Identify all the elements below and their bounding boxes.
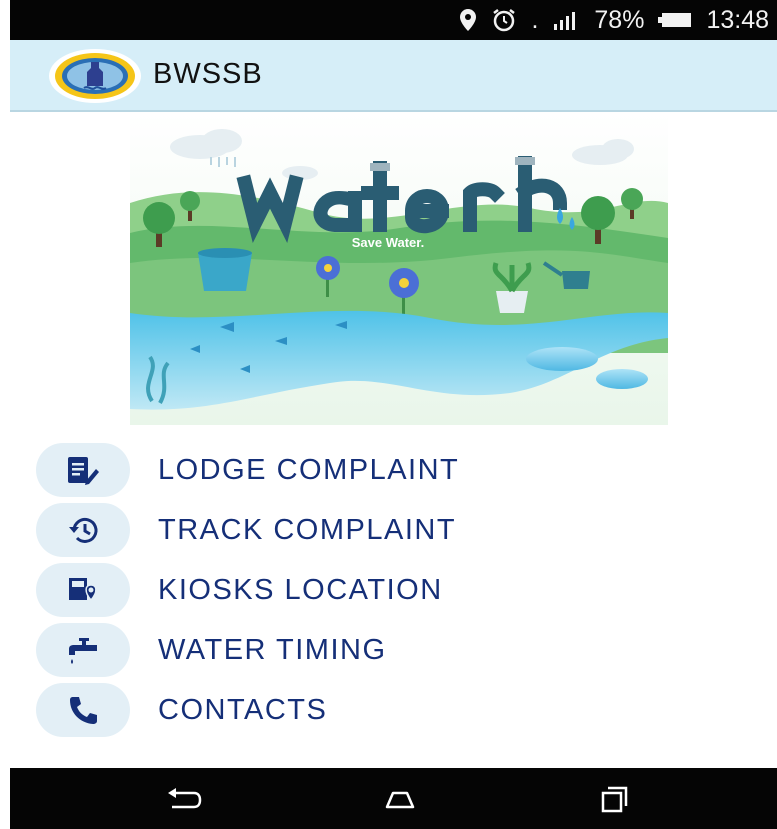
home-icon[interactable] xyxy=(380,782,420,816)
app-bar: BWSSB xyxy=(10,40,777,112)
menu-label: WATER TIMING xyxy=(158,633,387,666)
menu-label: LODGE COMPLAINT xyxy=(158,453,460,486)
menu-label: KIOSKS LOCATION xyxy=(158,573,443,606)
menu-item-kiosks-location[interactable]: KIOSKS LOCATION xyxy=(36,563,556,617)
status-bar: . 78% 13:48 xyxy=(10,0,777,40)
phone-icon xyxy=(36,683,130,737)
menu-label: CONTACTS xyxy=(158,693,328,726)
battery-icon xyxy=(658,11,692,29)
menu-item-track-complaint[interactable]: TRACK COMPLAINT xyxy=(36,503,556,557)
menu-label: TRACK COMPLAINT xyxy=(158,513,457,546)
battery-percent: 78% xyxy=(594,5,645,34)
save-water-banner: Save Water. xyxy=(130,113,668,425)
recents-icon[interactable] xyxy=(594,782,634,816)
app-title: BWSSB xyxy=(153,58,263,90)
menu-item-water-timing[interactable]: WATER TIMING xyxy=(36,623,556,677)
bwssb-logo xyxy=(48,48,142,104)
menu-item-lodge-complaint[interactable]: LODGE COMPLAINT xyxy=(36,443,556,497)
banner-tagline: Save Water. xyxy=(352,235,425,250)
signal-icon xyxy=(552,9,580,31)
tap-icon xyxy=(36,623,130,677)
edit-document-icon xyxy=(36,443,130,497)
clock: 13:48 xyxy=(706,5,769,34)
menu-item-contacts[interactable]: CONTACTS xyxy=(36,683,556,737)
kiosk-location-icon xyxy=(36,563,130,617)
system-nav-bar xyxy=(10,768,777,829)
back-icon[interactable] xyxy=(164,782,204,816)
status-dot: . xyxy=(531,5,539,34)
alarm-icon xyxy=(491,7,517,33)
history-icon xyxy=(36,503,130,557)
location-icon xyxy=(459,8,477,32)
